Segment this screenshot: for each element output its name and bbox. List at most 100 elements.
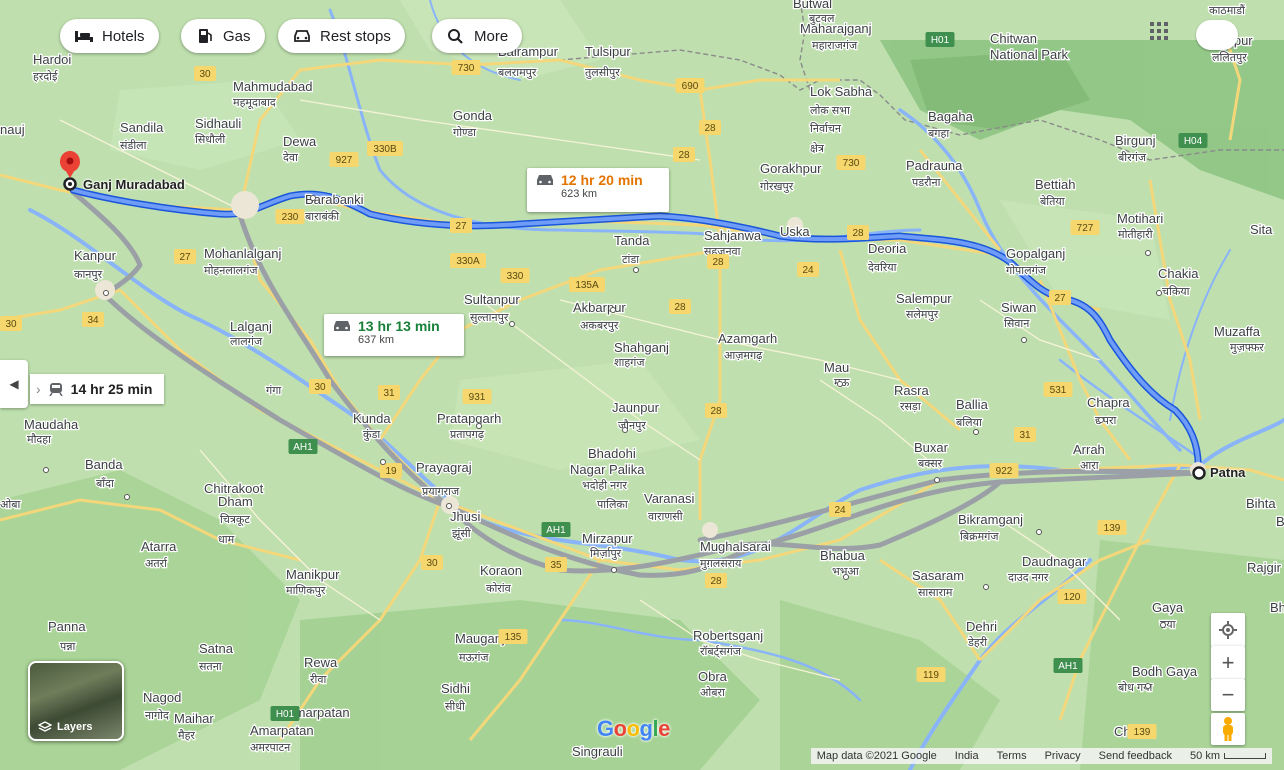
place-label: Sandila [120,120,164,135]
place-label: नागोद [145,709,169,722]
place-label: Obra [698,669,728,684]
place-label: Nagod [143,690,181,705]
pegman-icon [1223,717,1233,741]
rest-stops-chip[interactable]: Rest stops [278,19,405,53]
country-link[interactable]: India [955,750,979,762]
car-icon [537,175,553,185]
place-label: वाराणसी [648,510,683,523]
place-label: सलेमपुर [906,308,939,321]
road-shield-label: 28 [678,150,690,161]
route-card-alt1[interactable]: 13 hr 13 min 637 km [324,314,464,356]
place-label: तुलसीपुर [585,66,620,79]
place-label: Gaya [1152,600,1184,615]
hotels-label: Hotels [102,27,145,45]
place-label: Bodh Gaya [1132,664,1198,679]
place-label: चकिया [1162,285,1190,298]
place-label: Bha [1276,514,1284,529]
place-label: Jhusi [450,509,480,524]
place-label: ललितपुर [1212,51,1247,64]
place-label: Chitwan [990,31,1037,46]
more-chip[interactable]: More [432,19,523,53]
place-label: बीरगंज [1118,151,1147,164]
road-shield-label: 28 [710,576,722,587]
place-label: कुंडा [363,428,380,441]
place-label: मिर्ज़ापुर [590,547,622,560]
hotels-chip[interactable]: Hotels [60,19,159,53]
place-label: Rewa [304,655,338,670]
road-shield-label: 35 [550,560,562,571]
send-feedback-link[interactable]: Send feedback [1099,750,1172,762]
place-label: Lok Sabha [810,84,873,99]
place-label: Atarra [141,539,177,554]
route-distance: 637 km [358,334,395,346]
place-label: सीधी [445,700,465,713]
place-label: Muzaffa [1214,324,1261,339]
place-label: क्षेत्र [810,142,825,155]
place-label: मोहनलालगंज [204,264,258,277]
place-label: पालिका [597,498,628,511]
place-label: गंगा [266,384,281,397]
place-label: मौदहा [27,433,51,446]
privacy-link[interactable]: Privacy [1045,750,1081,762]
place-label: हरदोई [33,70,58,83]
place-label: Chakia [1158,266,1199,281]
place-label: बलरामपुर [498,67,537,79]
place-label: Sultanpur [464,292,520,307]
place-label: Mughalsarai [700,539,771,554]
zoom-out-button[interactable]: − [1211,679,1245,711]
place-label: बाराबंकी [305,210,339,223]
road-shield-label: 30 [426,558,438,569]
place-label: कोरांव [486,582,512,595]
place-label: Mohanlalganj [204,246,281,261]
place-label: Sidhi [441,681,470,696]
collapse-panel-button[interactable]: ◀ [0,360,28,408]
scale-indicator[interactable]: 50 km [1190,750,1266,762]
route-card-alt2[interactable]: › 14 hr 25 min [30,374,165,404]
street-view-pegman[interactable] [1211,713,1245,745]
destination-marker[interactable] [1192,466,1206,480]
place-label: Pratapgarh [437,411,501,426]
place-label: बेतिया [1040,195,1065,208]
road-shield-label: 28 [712,257,724,268]
place-label: पन्ना [60,641,76,653]
chevron-left-icon: ◀ [9,377,19,391]
place-label: Hardoi [33,52,71,67]
place-label: Maudaha [24,417,79,432]
place-label: Gopalganj [1006,246,1065,261]
road-shield-label: 730 [458,63,475,74]
road-shield-label: 139 [1104,523,1121,534]
place-label: Sasaram [912,568,964,583]
place-label: Banda [85,457,123,472]
map-canvas[interactable]: Hardoi हरदोई Sandila संडीला Sidhauli सिधौली Ma… [0,0,1284,770]
car-icon [294,30,310,42]
route-card-selected[interactable]: 12 hr 20 min 623 km [527,168,669,212]
place-label: Kunda [353,411,391,426]
layers-button[interactable]: Layers [28,661,124,741]
apps-grid-icon[interactable] [1150,22,1168,40]
zoom-in-button[interactable]: + [1211,646,1245,680]
place-label: Tanda [614,233,650,248]
gas-chip[interactable]: Gas [181,19,265,53]
account-avatar[interactable] [1196,20,1238,50]
place-label: Shahganj [614,340,669,355]
road-shield-label: 31 [383,388,395,399]
place-label: निर्वाचन [810,122,842,135]
route-time: 12 hr 20 min [561,172,643,188]
place-label: टांडा [622,253,639,266]
place-label: Padrauna [906,158,963,173]
terms-link[interactable]: Terms [997,750,1027,762]
place-label: सुल्तानपुर [470,312,509,324]
google-logo: Google [597,716,670,742]
place-label: सतना [199,661,222,673]
road-shield-label: 135A [575,280,599,291]
place-label: Uska [780,224,810,239]
place-label: Birgunj [1115,133,1156,148]
place-label: रीवा [310,673,326,686]
road-shield-label: 28 [852,228,864,239]
place-label: Maihar [174,711,214,726]
place-label: मैहर [178,729,195,742]
gas-label: Gas [223,27,251,45]
car-icon [334,321,350,331]
place-label: बिक्रमगंज [960,530,999,543]
my-location-button[interactable] [1211,613,1245,647]
